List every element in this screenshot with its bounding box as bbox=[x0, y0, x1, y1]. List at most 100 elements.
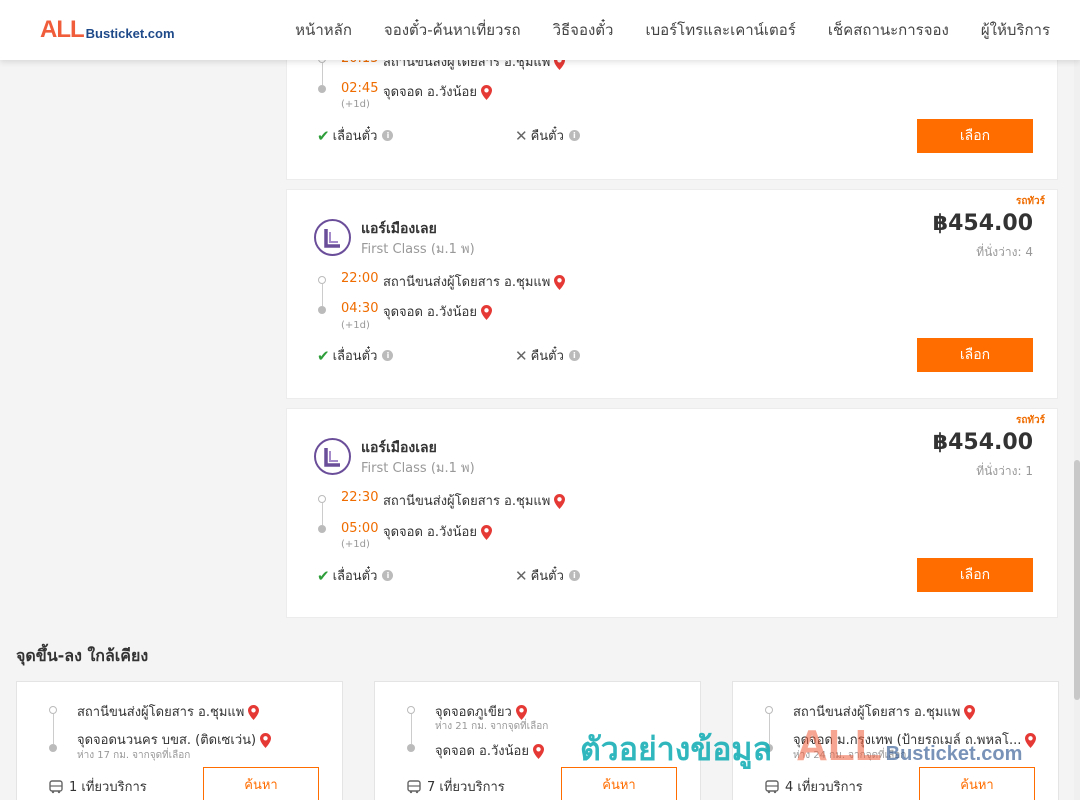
route-line bbox=[53, 714, 54, 744]
map-pin-icon[interactable] bbox=[260, 733, 272, 748]
trip-card: รถทัวร์ แอร์เมืองเลย First Class (ม.1 พ)… bbox=[286, 408, 1058, 618]
top-header: ALL Busticket.com หน้าหลัก จองตั๋ว-ค้นหา… bbox=[0, 0, 1080, 60]
info-icon[interactable]: i bbox=[568, 350, 580, 361]
site-logo[interactable]: ALL Busticket.com bbox=[40, 18, 175, 42]
logo-all: ALL bbox=[40, 16, 85, 43]
nav-how-to-book[interactable]: วิธีจองตั๋ว bbox=[553, 18, 614, 42]
map-pin-icon[interactable] bbox=[515, 705, 527, 720]
nearby-to-text: จุดจอด อ.วังน้อย bbox=[435, 744, 529, 759]
operator-logo-icon bbox=[323, 228, 340, 248]
trip-count-text: 1 เที่ยวบริการ bbox=[69, 780, 147, 795]
check-icon: ✔ bbox=[317, 566, 330, 585]
operator-logo bbox=[314, 438, 351, 475]
map-pin-icon[interactable] bbox=[964, 705, 976, 720]
feature-label: เลื่อนตั๋ว bbox=[332, 569, 378, 584]
map-pin-icon[interactable] bbox=[480, 525, 492, 540]
departure-place-text: สถานีขนส่งผู้โดยสาร อ.ชุมแพ bbox=[383, 275, 551, 290]
search-button[interactable]: ค้นหา bbox=[919, 767, 1035, 800]
arrival-place-text: จุดจอด อ.วังน้อย bbox=[383, 525, 477, 540]
from-dot bbox=[765, 706, 773, 714]
nav-book-search[interactable]: จองตั๋ว-ค้นหาเที่ยวรถ bbox=[384, 18, 521, 42]
trip-card: รถทัวร์ แอร์เมืองเลย First Class (ม.1 พ)… bbox=[286, 189, 1058, 399]
bus-class: First Class (ม.1 พ) bbox=[361, 242, 475, 257]
bus-type-tag: รถทัวร์ bbox=[1015, 415, 1045, 426]
arrival-dot bbox=[318, 306, 326, 314]
scrollbar-thumb[interactable] bbox=[1074, 460, 1080, 700]
ticket-price: ฿454.00 bbox=[932, 430, 1033, 455]
info-icon[interactable]: i bbox=[382, 130, 394, 141]
trip-count: 4 เที่ยวบริการ bbox=[765, 776, 863, 797]
arrival-time: 05:00 bbox=[341, 521, 379, 536]
arrival-time: 04:30 bbox=[341, 301, 379, 316]
map-pin-icon[interactable] bbox=[554, 275, 566, 290]
feature-label: คืนตั๋ว bbox=[530, 349, 564, 364]
nearby-from-text: สถานีขนส่งผู้โดยสาร อ.ชุมแพ bbox=[793, 705, 961, 720]
nearby-to: จุดจอด ม.กรุงเทพ (ป้ายรถเมล์ ถ.พหลโ... bbox=[793, 729, 1037, 750]
select-button[interactable]: เลือก bbox=[917, 558, 1033, 592]
route-line bbox=[769, 714, 770, 744]
map-pin-icon[interactable] bbox=[1025, 733, 1037, 748]
info-icon[interactable]: i bbox=[568, 570, 580, 581]
info-icon[interactable]: i bbox=[382, 350, 394, 361]
logo-busticket: Busticket.com bbox=[85, 26, 175, 41]
trip-count: 1 เที่ยวบริการ bbox=[49, 776, 147, 797]
map-pin-icon[interactable] bbox=[480, 305, 492, 320]
from-dot bbox=[49, 706, 57, 714]
to-dot bbox=[407, 744, 415, 752]
nearby-to: จุดจอดนวนคร บขส. (ติดเซเว่น) bbox=[77, 729, 272, 750]
select-button[interactable]: เลือก bbox=[917, 119, 1033, 153]
cross-icon: ✕ bbox=[515, 346, 528, 365]
operator-logo bbox=[314, 219, 351, 256]
departure-time: 22:00 bbox=[341, 271, 379, 286]
ticket-price: ฿454.00 bbox=[932, 211, 1033, 236]
next-day-label: (+1d) bbox=[341, 320, 370, 331]
next-day-label: (+1d) bbox=[341, 99, 370, 110]
select-button[interactable]: เลือก bbox=[917, 338, 1033, 372]
operator-logo-icon bbox=[323, 447, 340, 467]
arrival-dot bbox=[318, 525, 326, 533]
arrival-place: จุดจอด อ.วังน้อย bbox=[383, 81, 492, 102]
page-scrollbar[interactable] bbox=[1074, 60, 1080, 800]
cross-icon: ✕ bbox=[515, 126, 528, 145]
nearby-to: จุดจอด อ.วังน้อย bbox=[435, 740, 544, 761]
feature-change-ticket: ✔ เลื่อนตั๋ว i bbox=[317, 125, 394, 146]
feature-change-ticket: ✔ เลื่อนตั๋ว i bbox=[317, 345, 394, 366]
bus-icon bbox=[407, 779, 421, 793]
route-line bbox=[322, 284, 323, 306]
arrival-place-text: จุดจอด อ.วังน้อย bbox=[383, 305, 477, 320]
nearby-from-text: สถานีขนส่งผู้โดยสาร อ.ชุมแพ bbox=[77, 705, 245, 720]
trip-count: 7 เที่ยวบริการ bbox=[407, 776, 505, 797]
nav-home[interactable]: หน้าหลัก bbox=[295, 18, 352, 42]
route-line bbox=[322, 63, 323, 85]
departure-dot bbox=[318, 276, 326, 284]
operator-name: แอร์เมืองเลย bbox=[361, 221, 437, 237]
bus-class: First Class (ม.1 พ) bbox=[361, 461, 475, 476]
nearby-distance: ห่าง 24 กม. จากจุดที่เลือก bbox=[793, 750, 907, 761]
nav-phone-counter[interactable]: เบอร์โทรและเคาน์เตอร์ bbox=[645, 18, 795, 42]
next-day-label: (+1d) bbox=[341, 539, 370, 550]
check-icon: ✔ bbox=[317, 346, 330, 365]
bus-icon bbox=[765, 779, 779, 793]
arrival-time: 02:45 bbox=[341, 81, 379, 96]
map-pin-icon[interactable] bbox=[554, 494, 566, 509]
nav-check-booking[interactable]: เช็คสถานะการจอง bbox=[828, 18, 949, 42]
to-dot bbox=[765, 744, 773, 752]
map-pin-icon[interactable] bbox=[480, 85, 492, 100]
departure-dot bbox=[318, 495, 326, 503]
info-icon[interactable]: i bbox=[382, 570, 394, 581]
bus-icon bbox=[49, 779, 63, 793]
info-icon[interactable]: i bbox=[568, 130, 580, 141]
trip-count-text: 7 เที่ยวบริการ bbox=[427, 780, 505, 795]
search-button[interactable]: ค้นหา bbox=[203, 767, 319, 800]
nearby-title: จุดขึ้น-ลง ใกล้เคียง bbox=[16, 646, 149, 665]
search-button[interactable]: ค้นหา bbox=[561, 767, 677, 800]
nav-operators[interactable]: ผู้ให้บริการ bbox=[981, 18, 1050, 42]
map-pin-icon[interactable] bbox=[248, 705, 260, 720]
nearby-from: สถานีขนส่งผู้โดยสาร อ.ชุมแพ bbox=[77, 701, 260, 722]
arrival-dot bbox=[318, 85, 326, 93]
departure-time: 22:30 bbox=[341, 490, 379, 505]
feature-refund-ticket: ✕ คืนตั๋ว i bbox=[515, 125, 580, 146]
nearby-card: สถานีขนส่งผู้โดยสาร อ.ชุมแพ จุดจอด ม.กรุ… bbox=[732, 681, 1059, 800]
map-pin-icon[interactable] bbox=[532, 744, 544, 759]
cross-icon: ✕ bbox=[515, 566, 528, 585]
